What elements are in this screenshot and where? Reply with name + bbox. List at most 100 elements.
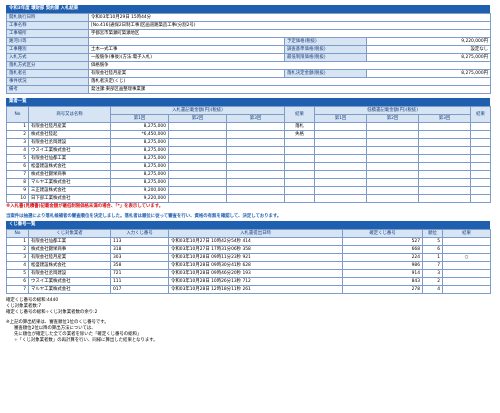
info-value-2: 8,275,000円	[365, 69, 492, 78]
lottery-final: 527	[342, 237, 423, 246]
info-row: 開札執行日時 令和03年10月29日 15時44分	[6, 13, 492, 22]
table-row: 5 有限会社丞岡建設 721 令和03年10月28日 09時46分20秒 193 914…	[6, 269, 491, 278]
lottery-name: 有限会社陸月産業	[28, 253, 111, 262]
bidder-no: 5	[6, 154, 29, 163]
lottery-time: 令和03年10月27日 17時31分06秒 358	[168, 245, 343, 254]
bidder-result2	[470, 170, 492, 179]
lottery-rank: 7	[422, 261, 443, 270]
lottery-no: 6	[6, 277, 29, 286]
lottery-kuji: 017	[110, 285, 169, 294]
bidder-low-round1	[314, 194, 368, 203]
table-row: 1 有限会社仙都工業 113 令和03年10月27日 10時42分54秒 414 527…	[6, 237, 491, 246]
bidder-low-round2	[366, 154, 420, 163]
lottery-no: 5	[6, 269, 29, 278]
info-label: 工事種別	[6, 45, 89, 54]
bidder-round2	[168, 122, 227, 131]
bidder-result: 落札	[284, 122, 316, 131]
info-value: 土木一式工事	[88, 45, 285, 54]
bidder-no: 10	[6, 194, 29, 203]
lottery-final: 278	[342, 285, 423, 294]
bidder-low-round3	[418, 162, 472, 171]
page-title: 令和3年度 壌財部 契約課 入札結果	[6, 5, 490, 13]
info-value-2: 8,275,000円	[365, 53, 492, 62]
bidder-no: 3	[6, 138, 29, 147]
bidder-round1: 8,275,000	[110, 178, 169, 187]
table-row: 4 松盛建設株式会社 358 令和03年10月28日 09時30分41秒 628 986…	[6, 261, 491, 270]
bidder-no: 7	[6, 170, 29, 179]
info-value: 有限会社陸月産業	[88, 69, 285, 78]
bidder-low-round2	[366, 146, 420, 155]
info-table: 開札執行日時 令和03年10月29日 15時44分 工事名称 [No.416]通保2日…	[6, 13, 492, 94]
info-label: 工事名称	[6, 21, 89, 30]
bidder-result2	[470, 186, 492, 195]
lottery-rank: 5	[422, 237, 443, 246]
lottery-no: 1	[6, 237, 29, 246]
info-value: 一般競争(事後)(方法:電子入札)	[88, 53, 285, 62]
col-low-amount-group: 低積書記載金額(円)(税抜)	[314, 106, 472, 115]
lottery-kuji: 111	[110, 277, 169, 286]
bidder-name: 日下部工業株式会社	[28, 194, 111, 203]
col-result: 結果	[284, 106, 316, 123]
col-low-round2: 第2回	[366, 114, 420, 123]
lot-col-name: くじ対象業者	[28, 229, 111, 238]
bidder-result2	[470, 178, 492, 187]
table-row: 3 有限会社陸月産業 303 令和03年10月28日 09時11分23秒 921 224…	[6, 253, 491, 262]
bidder-no: 9	[6, 186, 29, 195]
lottery-kuji: 318	[110, 245, 169, 254]
bidder-round3	[225, 154, 286, 163]
bidder-name: 有限会社仙都工業	[28, 154, 111, 163]
lottery-time: 令和03年10月28日 12時18分11秒 261	[168, 285, 343, 294]
bidder-name: 有限会社陸月産業	[28, 122, 111, 131]
bidder-name: マルヤ工業株式会社	[28, 178, 111, 187]
table-row: 3 有限会社丞岡建設 8,275,000	[6, 138, 492, 147]
info-row: 備考 発注課:東部区画整理事業課	[6, 85, 492, 94]
lottery-result	[442, 245, 491, 254]
lot-col-result: 結果	[442, 229, 491, 238]
info-label: 落札者名	[6, 69, 89, 78]
bidder-round2	[168, 178, 227, 187]
bidder-low-round2	[366, 178, 420, 187]
bidder-result: 失格	[284, 130, 316, 139]
lottery-rank: 1	[422, 253, 443, 262]
bidder-round3	[225, 186, 286, 195]
col-no: No	[6, 106, 29, 123]
bidder-result2	[470, 154, 492, 163]
bidder-low-round3	[418, 146, 472, 155]
bidder-round1: 8,275,000	[110, 146, 169, 155]
bidder-low-round3	[418, 138, 472, 147]
table-row: 5 有限会社仙都工業 8,275,000	[6, 154, 492, 163]
table-row: 10 日下部工業株式会社 9,220,000	[6, 194, 492, 203]
lot-col-kuji: 入力くじ番号	[110, 229, 169, 238]
lottery-kuji: 303	[110, 253, 169, 262]
bidder-no: 1	[6, 122, 29, 131]
lottery-name: マルヤ工業株式会社	[28, 285, 111, 294]
bidder-low-round1	[314, 146, 368, 155]
info-value: 令和03年10月29日 15時44分	[87, 13, 492, 22]
table-row: 8 マルヤ工業株式会社 8,275,000	[6, 178, 492, 187]
bidder-round1: 8,275,000	[110, 138, 169, 147]
bidder-name: ウスイ工業株式会社	[28, 146, 111, 155]
bidders-table: No 商号又は名称 入札書記載金額(円)(税抜) 結果 低積書記載金額(円)(税…	[6, 106, 492, 203]
bidder-low-round1	[314, 178, 368, 187]
bidder-result	[284, 154, 316, 163]
bidder-round1: 8,275,000	[110, 162, 169, 171]
lottery-kuji: 358	[110, 261, 169, 270]
bidder-round1: 8,275,000	[110, 154, 169, 163]
lottery-rank: 2	[422, 277, 443, 286]
info-row: 工事場所 宇都宮市築瀬町築瀬地区	[6, 29, 492, 38]
info-label: 事件状況	[6, 77, 89, 86]
bidder-result2	[470, 162, 492, 171]
info-value-2: 設定なし	[365, 45, 492, 54]
bidder-round1: 9,220,000	[110, 194, 169, 203]
info-row: 落札方式区分 価格競争	[6, 61, 492, 70]
bidder-low-round2	[366, 122, 420, 131]
info-row: 落札者名 有限会社陸月産業 落札決定金額(税抜) 8,275,000円	[6, 69, 492, 78]
bidder-name: 三正建設株式会社	[28, 186, 111, 195]
info-label: 入札方式	[6, 53, 89, 62]
bidder-low-round1	[314, 162, 368, 171]
bidder-low-round2	[366, 162, 420, 171]
lottery-rank: 3	[422, 269, 443, 278]
bidder-low-round2	[366, 194, 420, 203]
lottery-table: No くじ対象業者 入力くじ番号 入札書提出日時 確定くじ番号 順位 結果 1有…	[6, 229, 491, 294]
table-row: 6 松盛建設株式会社 8,275,000	[6, 162, 492, 171]
